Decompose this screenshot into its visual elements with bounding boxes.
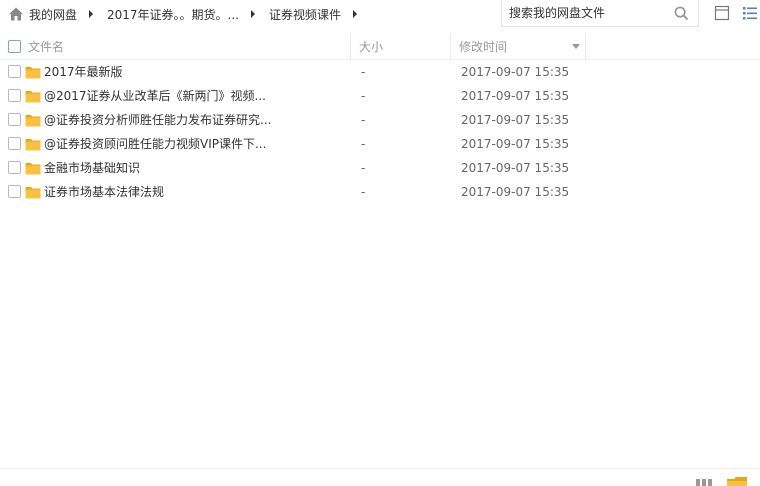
folder-icon: [25, 163, 41, 175]
file-size: -: [361, 113, 366, 127]
file-mtime: 2017-09-07 15:35: [461, 113, 570, 127]
sort-down-icon[interactable]: [572, 44, 580, 49]
breadcrumb-item-parent[interactable]: 2017年证券。。期货。...: [107, 0, 239, 28]
file-name[interactable]: @证券投资顾问胜任能力视频VIP课件下...: [44, 132, 266, 156]
row-checkbox[interactable]: [8, 89, 21, 102]
file-size: -: [361, 89, 366, 103]
file-row[interactable]: @2017证券从业改革后《新两门》视频... - 2017-09-07 15:3…: [0, 84, 760, 108]
file-mtime: 2017-09-07 15:35: [461, 161, 570, 175]
file-row[interactable]: @证券投资分析师胜任能力发布证券研究... - 2017-09-07 15:35: [0, 108, 760, 132]
chevron-right-icon: [251, 10, 255, 18]
breadcrumb-label: 2017年证券。。期货。...: [107, 7, 239, 22]
column-name-label: 文件名: [28, 40, 65, 54]
file-name[interactable]: 2017年最新版: [44, 60, 123, 84]
search-icon[interactable]: [674, 6, 689, 21]
bottom-bar: [0, 468, 760, 486]
file-list: 2017年最新版 - 2017-09-07 15:35 @2017证券从业改革后…: [0, 60, 760, 204]
file-name[interactable]: @2017证券从业改革后《新两门》视频...: [44, 84, 266, 108]
select-all-checkbox[interactable]: [8, 40, 21, 53]
folder-icon: [25, 91, 41, 103]
folder-icon: [25, 115, 41, 127]
file-size: -: [361, 161, 366, 175]
row-checkbox[interactable]: [8, 161, 21, 174]
file-mtime: 2017-09-07 15:35: [461, 137, 570, 151]
grid-view-icon[interactable]: [696, 479, 712, 486]
home-icon: [9, 7, 23, 21]
column-size-header[interactable]: 大小: [350, 33, 450, 60]
single-view-icon[interactable]: [714, 5, 730, 21]
column-mtime-label: 修改时间: [459, 40, 508, 54]
file-name[interactable]: 证券市场基本法律法规: [44, 180, 164, 204]
file-mtime: 2017-09-07 15:35: [461, 185, 570, 199]
row-checkbox[interactable]: [8, 113, 21, 126]
breadcrumb-item-home[interactable]: 我的网盘: [8, 0, 77, 28]
column-name-header[interactable]: 文件名: [8, 33, 350, 60]
breadcrumb-label: 证券视频课件: [269, 7, 342, 22]
file-size: -: [361, 137, 366, 151]
file-name[interactable]: 金融市场基础知识: [44, 156, 140, 180]
row-checkbox[interactable]: [8, 137, 21, 150]
folder-icon: [25, 67, 41, 79]
file-size: -: [361, 185, 366, 199]
file-row[interactable]: 金融市场基础知识 - 2017-09-07 15:35: [0, 156, 760, 180]
folder-icon: [25, 139, 41, 151]
file-row[interactable]: 2017年最新版 - 2017-09-07 15:35: [0, 60, 760, 84]
chevron-right-icon: [89, 10, 94, 18]
file-mtime: 2017-09-07 15:35: [461, 89, 570, 103]
file-row[interactable]: @证券投资顾问胜任能力视频VIP课件下... - 2017-09-07 15:3…: [0, 132, 760, 156]
file-name[interactable]: @证券投资分析师胜任能力发布证券研究...: [44, 108, 271, 132]
row-checkbox[interactable]: [8, 65, 21, 78]
search-input[interactable]: [509, 2, 669, 24]
folder-icon: [25, 187, 41, 199]
chevron-right-icon[interactable]: [353, 10, 358, 18]
list-view-icon[interactable]: [742, 5, 758, 21]
column-mtime-header[interactable]: 修改时间: [450, 33, 586, 60]
row-checkbox[interactable]: [8, 185, 21, 198]
file-size: -: [361, 65, 366, 79]
breadcrumb: 我的网盘 2017年证券。。期货。... 证券视频课件: [0, 0, 492, 28]
column-size-label: 大小: [359, 40, 384, 54]
top-bar: 我的网盘 2017年证券。。期货。... 证券视频课件: [0, 0, 760, 28]
file-list-header: 文件名 大小 修改时间: [0, 33, 760, 60]
breadcrumb-label: 我的网盘: [29, 7, 78, 22]
breadcrumb-item-current[interactable]: 证券视频课件: [269, 0, 341, 28]
search-box: [501, 0, 699, 27]
file-mtime: 2017-09-07 15:35: [461, 65, 570, 79]
file-row[interactable]: 证券市场基本法律法规 - 2017-09-07 15:35: [0, 180, 760, 204]
folder-icon[interactable]: [727, 477, 747, 486]
